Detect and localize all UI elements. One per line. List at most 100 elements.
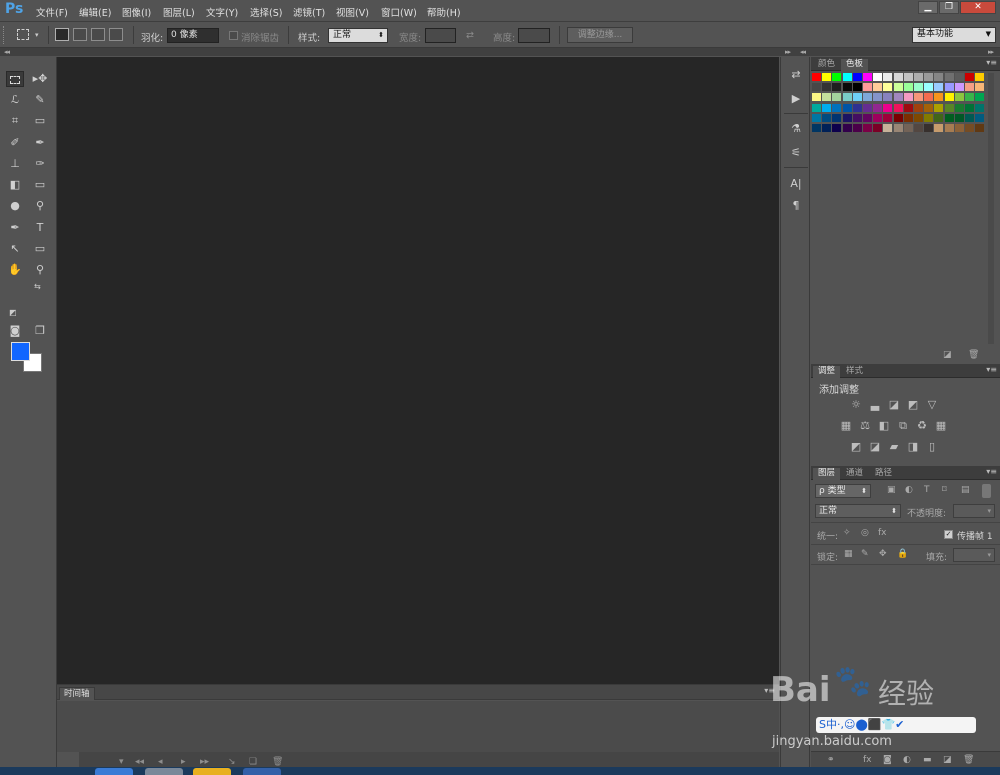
menu-view[interactable]: 视图(V) [336, 5, 369, 19]
color-swatch[interactable] [852, 73, 862, 81]
panel-menu-icon[interactable]: ▾≡ [986, 467, 997, 476]
layer-filter-select[interactable]: ρ 类型 ⬍ [815, 484, 871, 498]
selective-color-icon[interactable]: ▯ [925, 441, 939, 453]
filter-pixel-icon[interactable]: ▣ [887, 485, 896, 495]
menu-edit[interactable]: 编辑(E) [79, 5, 111, 19]
color-swatch[interactable] [934, 73, 944, 81]
color-swatch[interactable] [893, 113, 903, 122]
color-swatch[interactable] [944, 73, 954, 81]
color-swatch[interactable] [893, 93, 903, 102]
layer-mask-icon[interactable]: ◙ [883, 755, 892, 765]
brightness-icon[interactable]: ☼ [849, 399, 863, 411]
filter-smart-icon[interactable]: ▤ [961, 485, 970, 495]
opacity-input[interactable]: ▾ [953, 504, 995, 518]
chevron-down-icon[interactable]: ▾ [35, 31, 39, 39]
filter-shape-icon[interactable]: ⌑ [942, 485, 947, 495]
threshold-icon[interactable]: ▰ [887, 441, 901, 453]
color-swatch[interactable] [924, 124, 934, 132]
eraser-tool-icon[interactable]: ◧ [6, 177, 24, 193]
new-layer-icon[interactable]: ◪ [943, 755, 952, 765]
taskbar-app-icon[interactable] [193, 768, 231, 775]
swap-colors-icon[interactable]: ⇆ [34, 282, 41, 291]
filter-adjustment-icon[interactable]: ◐ [905, 485, 913, 495]
color-swatch[interactable] [893, 83, 903, 92]
vibrance-icon[interactable]: ▽ [925, 399, 939, 411]
lock-all-icon[interactable]: 🔒 [897, 549, 908, 559]
prev-frame-icon[interactable]: ◂ [158, 757, 163, 767]
history-brush-icon[interactable]: ✑ [31, 156, 49, 172]
color-swatch[interactable] [822, 73, 832, 81]
color-swatch[interactable] [883, 113, 893, 122]
color-swatch[interactable] [903, 103, 913, 112]
taskbar-app-icon[interactable] [243, 768, 281, 775]
feather-input[interactable]: 0 像素 [167, 28, 219, 43]
channel-mixer-icon[interactable]: ♻ [915, 420, 929, 432]
pen-tool-icon[interactable]: ✒ [6, 220, 24, 236]
color-swatch[interactable] [924, 93, 934, 102]
photo-filter-icon[interactable]: ⧉ [896, 420, 910, 432]
color-swatch[interactable] [954, 93, 964, 102]
color-swatch[interactable] [852, 124, 862, 132]
color-swatch[interactable] [975, 113, 985, 122]
color-swatch[interactable] [842, 124, 852, 132]
restore-icon[interactable]: ❐ [939, 1, 959, 14]
actions-play-icon[interactable]: ▶ [787, 91, 805, 107]
color-swatch[interactable] [832, 103, 842, 112]
color-swatch[interactable] [924, 103, 934, 112]
exposure-icon[interactable]: ◩ [906, 399, 920, 411]
color-swatch[interactable] [873, 73, 883, 81]
color-swatch[interactable] [873, 103, 883, 112]
lock-pixels-icon[interactable]: ✎ [861, 549, 869, 559]
color-swatch[interactable] [832, 113, 842, 122]
screen-mode-icon[interactable]: ❐ [31, 323, 49, 339]
color-swatch[interactable] [873, 83, 883, 92]
color-swatch[interactable] [903, 73, 913, 81]
chevron-down-icon[interactable]: ▾ [119, 757, 124, 767]
play-icon[interactable]: ▸ [181, 757, 186, 767]
color-swatch[interactable] [934, 103, 944, 112]
curves-icon[interactable]: ◪ [887, 399, 901, 411]
invert-icon[interactable]: ◩ [849, 441, 863, 453]
color-swatch[interactable] [934, 83, 944, 92]
tab-layers[interactable]: 图层 [813, 468, 841, 480]
collapse-dock-icon[interactable]: ◂◂ [800, 48, 806, 56]
color-balance-icon[interactable]: ⚖ [858, 420, 872, 432]
brush-tool-icon[interactable]: ✒ [31, 135, 49, 151]
color-swatch[interactable] [873, 124, 883, 132]
color-swatch[interactable] [975, 73, 985, 81]
tab-styles[interactable]: 样式 [841, 366, 868, 378]
collapse-left-icon[interactable]: ◂◂ [4, 48, 10, 56]
ruler-tool-icon[interactable]: ▭ [31, 113, 49, 129]
color-swatch[interactable] [893, 103, 903, 112]
color-swatch[interactable] [852, 93, 862, 102]
new-group-icon[interactable]: ▬ [923, 755, 932, 765]
marquee-preset-icon[interactable] [17, 29, 29, 40]
new-adjustment-icon[interactable]: ◐ [903, 755, 911, 765]
color-swatch[interactable] [934, 93, 944, 102]
color-swatch[interactable] [812, 113, 821, 122]
color-swatch[interactable] [842, 113, 852, 122]
color-swatch[interactable] [822, 113, 832, 122]
unify-visibility-icon[interactable]: ◎ [861, 528, 869, 538]
panel-menu-icon[interactable]: ▾≡ [986, 58, 997, 67]
lasso-tool-icon[interactable]: ℒ [6, 92, 24, 108]
hand-tool-icon[interactable]: ✋ [6, 262, 24, 278]
color-swatch[interactable] [893, 124, 903, 132]
gradient-map-icon[interactable]: ◨ [906, 441, 920, 453]
color-swatch[interactable] [873, 93, 883, 102]
foreground-color-swatch[interactable] [11, 342, 30, 361]
color-swatch[interactable] [863, 83, 872, 92]
black-white-icon[interactable]: ◧ [877, 420, 891, 432]
color-swatch[interactable] [924, 113, 934, 122]
color-swatch[interactable] [903, 124, 913, 132]
rect-marquee-tool-icon[interactable] [6, 71, 24, 87]
color-swatch[interactable] [863, 113, 872, 122]
tab-channels[interactable]: 通道 [841, 468, 868, 480]
blur-tool-icon[interactable]: ● [6, 198, 24, 214]
document-canvas-area[interactable] [57, 57, 779, 684]
color-swatch[interactable] [934, 124, 944, 132]
color-swatch[interactable] [822, 93, 832, 102]
lock-position-icon[interactable]: ✥ [879, 549, 887, 559]
subtract-selection-icon[interactable] [91, 28, 105, 41]
color-swatch[interactable] [924, 73, 934, 81]
